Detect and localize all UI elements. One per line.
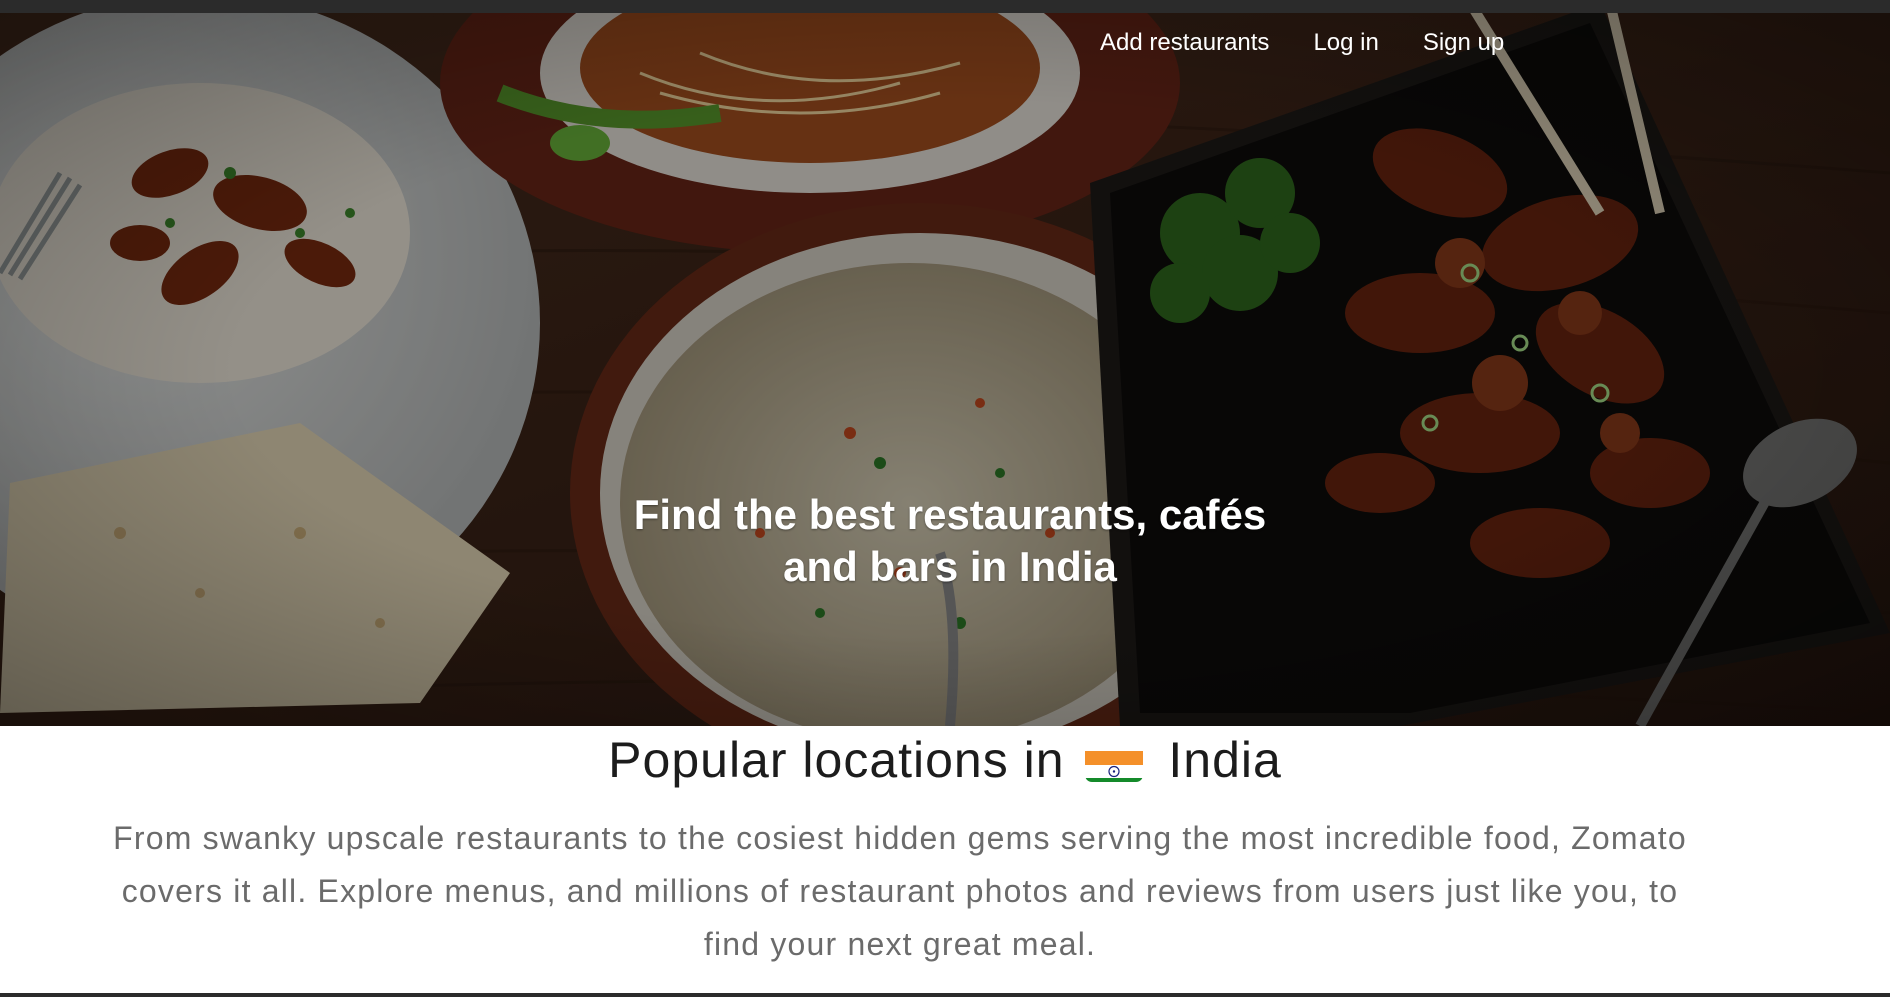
add-restaurants-link[interactable]: Add restaurants	[1100, 29, 1269, 57]
browser-top-strip	[0, 0, 1890, 13]
hero-title-line1: Find the best restaurants, cafés	[633, 491, 1267, 539]
sign-up-link[interactable]: Sign up	[1423, 29, 1504, 57]
bottom-border	[0, 993, 1890, 997]
heading-prefix: Popular locations in	[608, 732, 1065, 788]
hero-food-image	[0, 13, 1890, 726]
india-flag-icon	[1085, 742, 1144, 782]
popular-locations-heading: Popular locations in India	[0, 728, 1890, 792]
hero-title: Find the best restaurants, cafés and bar…	[545, 489, 1355, 593]
top-nav: Add restaurants Log in Sign up	[1100, 29, 1504, 57]
log-in-link[interactable]: Log in	[1313, 29, 1378, 57]
hero-title-line2: and bars in India	[783, 543, 1117, 591]
hero-banner: Add restaurants Log in Sign up Find the …	[0, 13, 1890, 726]
heading-country: India	[1168, 732, 1282, 788]
section-description: From swanky upscale restaurants to the c…	[113, 820, 1687, 962]
